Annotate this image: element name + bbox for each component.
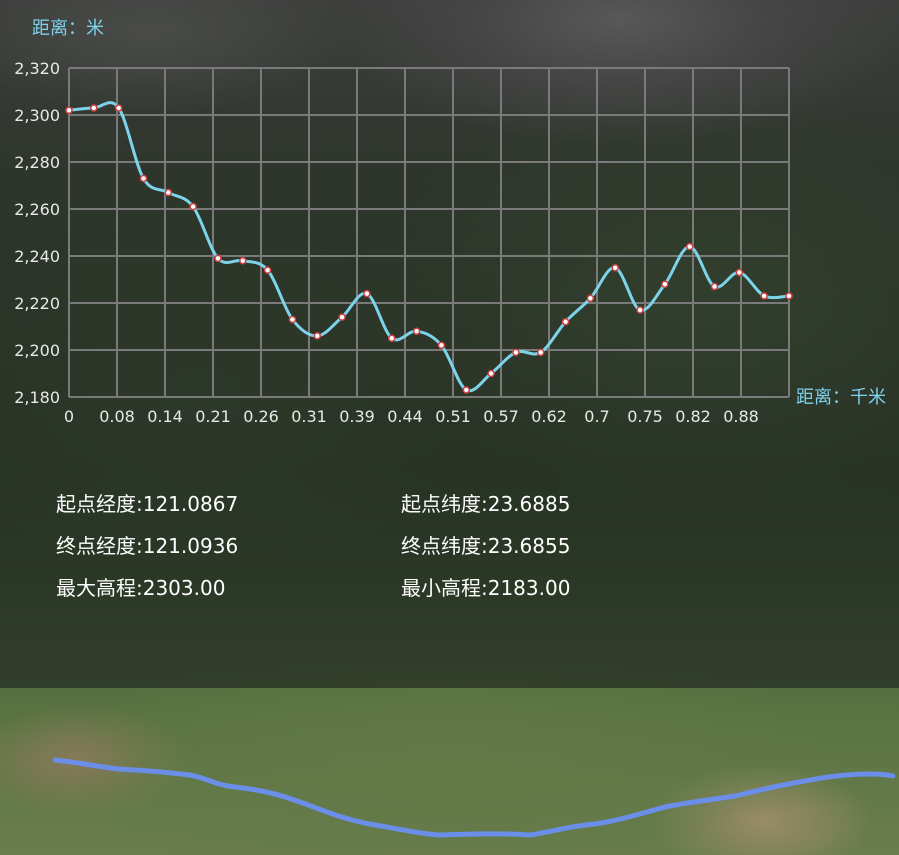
data-point bbox=[685, 242, 694, 251]
y-tick-label: 2,280 bbox=[14, 153, 60, 172]
x-tick-label: 0.14 bbox=[147, 407, 183, 426]
data-point bbox=[139, 174, 148, 183]
x-tick-label: 0.21 bbox=[195, 407, 231, 426]
data-point bbox=[214, 254, 222, 263]
y-tick-label: 2,300 bbox=[14, 106, 60, 125]
series-line bbox=[68, 101, 790, 393]
y-tick-label: 2,240 bbox=[14, 247, 60, 266]
data-point bbox=[487, 369, 495, 378]
data-point bbox=[65, 106, 73, 115]
data-point bbox=[164, 188, 173, 197]
data-point bbox=[760, 292, 768, 300]
data-point bbox=[636, 306, 644, 314]
data-point bbox=[710, 282, 719, 291]
x-tick-label: 0.51 bbox=[435, 407, 471, 426]
data-point bbox=[363, 289, 371, 298]
x-tick-label: 0.88 bbox=[723, 407, 759, 426]
y-axis-ticks: 2,180 2,200 2,220 2,240 2,260 2,280 2,300 2,320 bbox=[14, 59, 60, 407]
x-tick-label: 0.7 bbox=[584, 407, 609, 426]
y-axis-label: 距离：米 bbox=[32, 18, 104, 39]
data-point bbox=[412, 327, 421, 335]
y-tick-label: 2,220 bbox=[14, 294, 60, 313]
start-latitude: 起点纬度:23.6885 bbox=[401, 492, 571, 516]
data-point bbox=[735, 268, 744, 277]
data-point bbox=[388, 334, 396, 342]
data-point bbox=[785, 292, 793, 300]
data-point bbox=[239, 256, 247, 265]
x-tick-label: 0.39 bbox=[339, 407, 375, 426]
x-tick-label: 0.31 bbox=[291, 407, 327, 426]
y-tick-label: 2,320 bbox=[14, 59, 60, 78]
data-point bbox=[90, 104, 98, 112]
elevation-profile-chart: 2,180 2,200 2,220 2,240 2,260 2,280 2,300 2,320… bbox=[14, 18, 886, 426]
data-point bbox=[661, 280, 669, 288]
x-tick-label: 0.26 bbox=[243, 407, 279, 426]
end-latitude: 终点纬度:23.6855 bbox=[401, 534, 571, 558]
data-point bbox=[189, 202, 197, 211]
x-axis-ticks: 0 0.08 0.14 0.21 0.26 0.31 0.39 0.44 0.51 0.57 0.6… bbox=[64, 407, 759, 426]
max-elevation: 最大高程:2303.00 bbox=[56, 576, 226, 600]
data-point bbox=[263, 266, 272, 274]
data-point bbox=[437, 341, 446, 350]
data-point bbox=[512, 348, 520, 357]
data-point bbox=[313, 332, 322, 340]
data-point bbox=[338, 313, 346, 321]
x-tick-label: 0.57 bbox=[483, 407, 519, 426]
data-point bbox=[611, 264, 619, 272]
y-tick-label: 2,200 bbox=[14, 341, 60, 360]
x-tick-label: 0.62 bbox=[531, 407, 567, 426]
y-tick-label: 2,180 bbox=[14, 388, 60, 407]
data-point bbox=[114, 104, 123, 112]
data-point bbox=[536, 348, 545, 357]
min-elevation: 最小高程:2183.00 bbox=[401, 576, 571, 600]
route-line bbox=[52, 757, 896, 838]
data-point bbox=[586, 294, 595, 303]
data-point bbox=[561, 318, 570, 326]
x-tick-label: 0.82 bbox=[675, 407, 711, 426]
start-longitude: 起点经度:121.0867 bbox=[56, 492, 239, 516]
x-tick-label: 0 bbox=[64, 407, 74, 426]
x-axis-label: 距离：千米 bbox=[796, 387, 886, 408]
y-tick-label: 2,260 bbox=[14, 200, 60, 219]
route-polyline[interactable] bbox=[0, 688, 899, 855]
x-tick-label: 0.44 bbox=[387, 407, 423, 426]
data-point bbox=[288, 315, 297, 324]
x-tick-label: 0.75 bbox=[627, 407, 663, 426]
x-tick-label: 0.08 bbox=[99, 407, 135, 426]
chart-grid bbox=[68, 67, 790, 398]
end-longitude: 终点经度:121.0936 bbox=[56, 534, 239, 558]
data-point bbox=[462, 386, 470, 394]
